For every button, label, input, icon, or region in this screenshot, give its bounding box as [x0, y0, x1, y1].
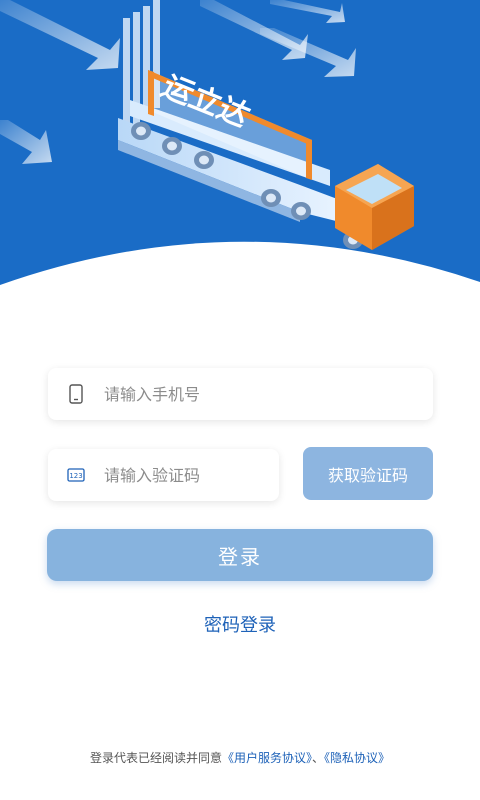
agreement-prefix: 登录代表已经阅读并同意: [89, 751, 222, 765]
login-button[interactable]: 登录: [47, 529, 433, 581]
agreement-separator: 、: [312, 751, 325, 765]
keypad-icon: 123: [48, 468, 104, 482]
phone-icon: [48, 384, 104, 404]
user-agreement-link[interactable]: 《用户服务协议》: [222, 751, 312, 765]
phone-input[interactable]: [104, 384, 433, 404]
get-code-button[interactable]: 获取验证码: [303, 447, 433, 500]
svg-text:123: 123: [69, 472, 82, 480]
password-login-link[interactable]: 密码登录: [0, 611, 480, 637]
privacy-agreement-link[interactable]: 《隐私协议》: [324, 751, 390, 765]
verification-code-field[interactable]: 123: [48, 449, 279, 501]
phone-field[interactable]: [48, 368, 433, 420]
agreement-text: 登录代表已经阅读并同意《用户服务协议》、《隐私协议》: [0, 749, 480, 766]
verification-code-input[interactable]: [104, 465, 279, 485]
login-page: 运立达 请输入手机号 123 请输入验证码 获取验证码 登录 密码登录 登录代表…: [0, 0, 480, 800]
hero-banner: 运立达: [0, 0, 480, 300]
